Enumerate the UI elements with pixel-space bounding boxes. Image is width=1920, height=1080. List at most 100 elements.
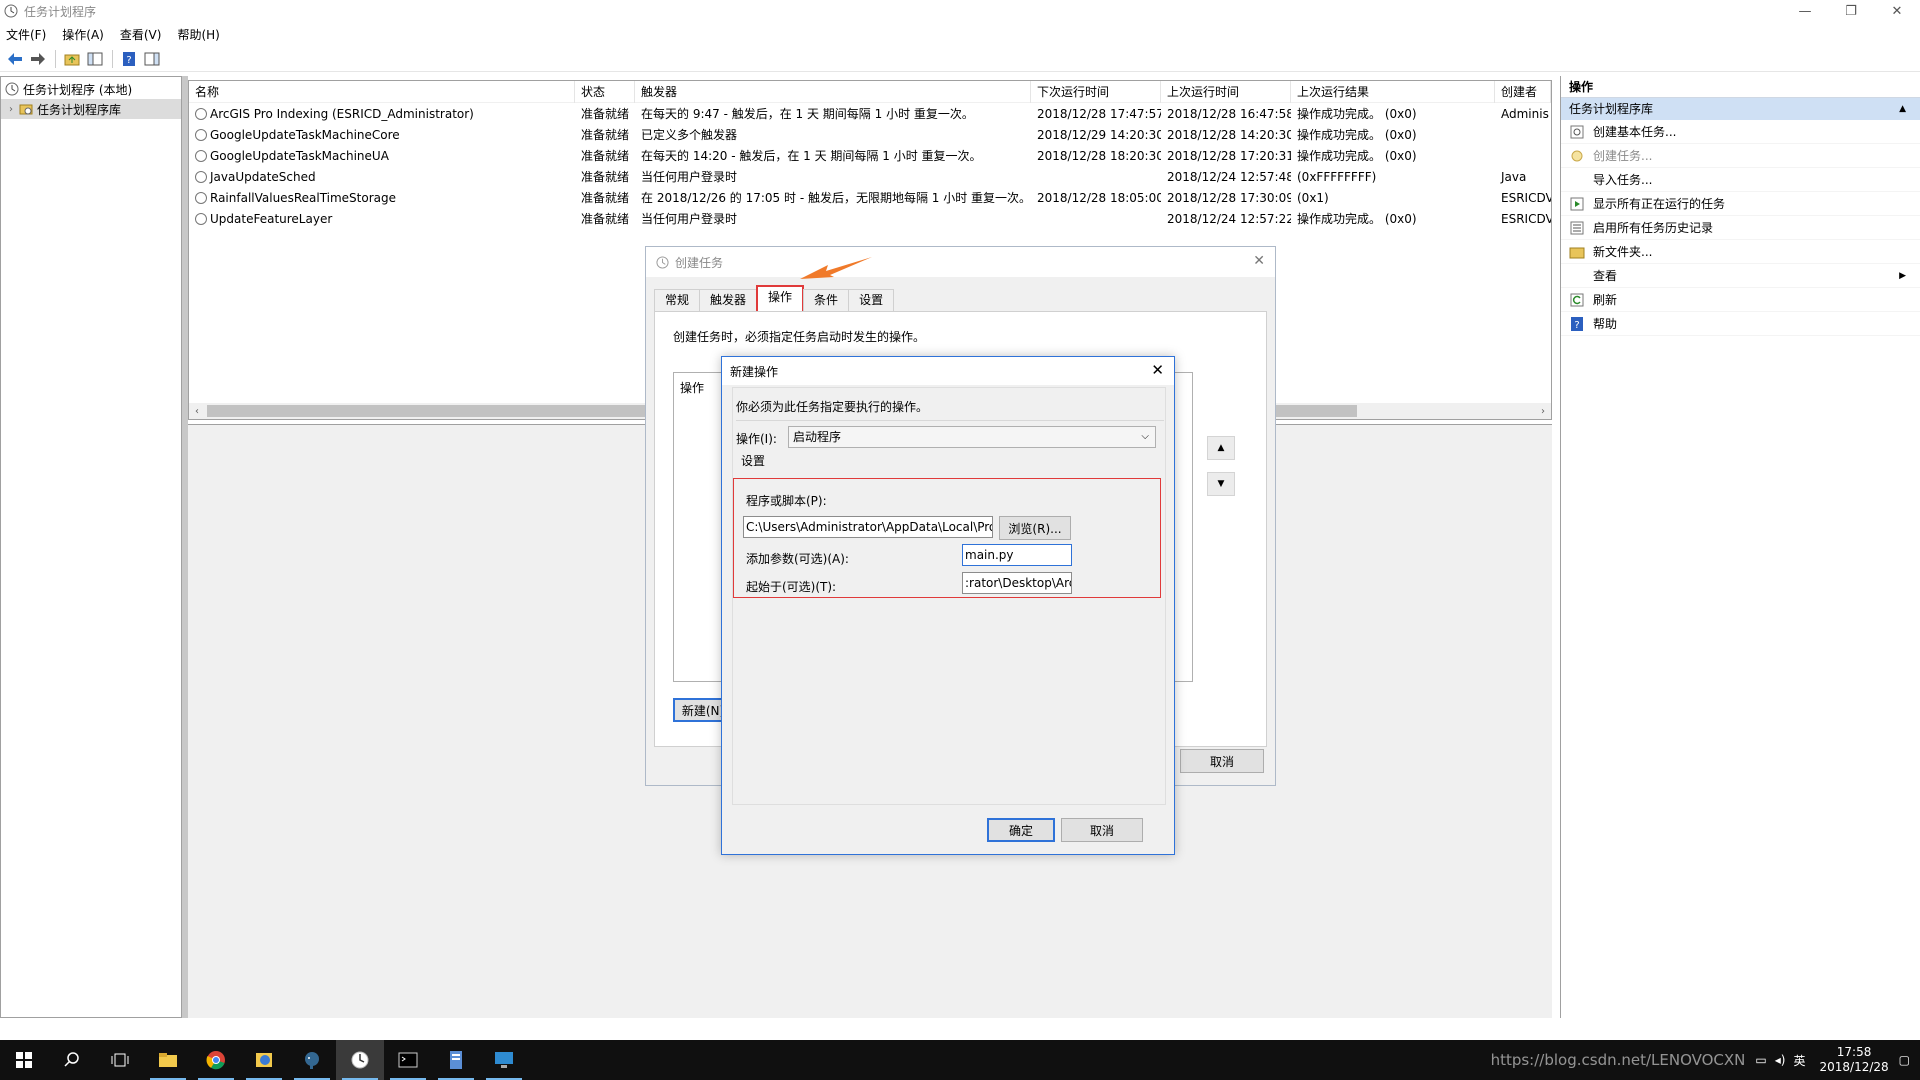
table-row[interactable]: RainfallValuesRealTimeStorage 准备就绪在 2018/… [189, 187, 1551, 208]
create-task-cancel-button[interactable]: 取消 [1180, 749, 1264, 773]
action-item[interactable]: 导入任务... [1561, 168, 1920, 192]
create-task-close-icon[interactable]: ✕ [1253, 253, 1265, 269]
col-status[interactable]: 状态 [575, 80, 635, 103]
taskbar-task-scheduler[interactable] [336, 1040, 384, 1080]
menu-bar: 文件(F) 操作(A) 查看(V) 帮助(H) [0, 23, 1920, 45]
console-tree-icon [87, 52, 103, 65]
table-row[interactable]: GoogleUpdateTaskMachineUA 准备就绪 在每天的 14:20 … [189, 145, 1551, 166]
chevron-down-icon: ⌵ [1141, 431, 1149, 442]
new-action-cancel-button[interactable]: 取消 [1061, 818, 1143, 842]
col-triggers[interactable]: 触发器 [635, 80, 1031, 103]
menu-action[interactable]: 操作(A) [62, 26, 104, 43]
show-hide-console-button[interactable] [84, 48, 106, 70]
tab-general[interactable]: 常规 [654, 289, 701, 311]
start-in-input[interactable]: :rator\Desktop\ArcGIS [962, 572, 1072, 594]
col-name[interactable]: 名称 [189, 80, 575, 103]
action-item[interactable]: 新文件夹... [1561, 240, 1920, 264]
action-item[interactable]: 创建基本任务... [1561, 120, 1920, 144]
taskbar-command-prompt[interactable] [384, 1040, 432, 1080]
tab-actions[interactable]: 操作 [756, 285, 805, 311]
action-type-select[interactable]: 启动程序 ⌵ [788, 426, 1156, 448]
tree-item-root[interactable]: 任务计划程序 (本地) [1, 79, 181, 99]
table-row[interactable]: UpdateFeatureLayer 准备就绪 当任何用户登录时 2018/12/24… [189, 208, 1551, 229]
elephant-icon [305, 1052, 319, 1069]
restore-button[interactable]: ❐ [1828, 0, 1874, 22]
action-item[interactable]: 启用所有任务历史记录 [1561, 216, 1920, 240]
table-row[interactable]: JavaUpdateSched 准备就绪 当任何用户登录时 2018/12/24 12… [189, 166, 1551, 187]
task-view-button[interactable] [96, 1040, 144, 1080]
taskbar-arcgis[interactable] [240, 1040, 288, 1080]
task-status: 准备就绪 [575, 168, 635, 185]
clock[interactable]: 17:58 2018/12/28 [1819, 1045, 1888, 1075]
tree-item-library[interactable]: › 任务计划程序库 [1, 99, 181, 119]
ime-indicator[interactable]: 英 [1793, 1052, 1805, 1069]
taskbar-file-explorer[interactable] [144, 1040, 192, 1080]
col-last-result[interactable]: 上次运行结果 [1291, 80, 1495, 103]
task-last-result-text: (0x1) [1297, 190, 1329, 205]
task-trigger: 当任何用户登录时 [635, 210, 1031, 227]
task-name: GoogleUpdateTaskMachineCore [189, 128, 575, 142]
menu-file[interactable]: 文件(F) [6, 26, 46, 43]
task-trigger: 已定义多个触发器 [635, 126, 1031, 143]
col-author[interactable]: 创建者 [1495, 80, 1551, 103]
tab-settings[interactable]: 设置 [848, 289, 895, 311]
new-action-close-icon[interactable]: ✕ [1151, 361, 1164, 379]
close-window-button[interactable]: ✕ [1874, 0, 1920, 22]
action-item[interactable]: 创建任务... [1561, 144, 1920, 168]
task-last-result: (0x1) [1291, 191, 1495, 205]
task-status: 准备就绪 [575, 147, 635, 164]
action-item[interactable]: 查看 ▶ [1561, 264, 1920, 288]
task-status: 准备就绪 [575, 126, 635, 143]
browse-button[interactable]: 浏览(R)... [999, 516, 1071, 540]
show-action-pane-button[interactable] [141, 48, 163, 70]
forward-arrow-icon [31, 52, 45, 65]
action-items: 创建基本任务... 创建任务... 导入任务... 显示所有正在运行的任务 启用所有任务… [1561, 120, 1920, 336]
task-clock-icon [195, 149, 207, 162]
program-input[interactable]: C:\Users\Administrator\AppData\Local\Pro… [743, 516, 993, 538]
move-down-button[interactable]: ▼ [1207, 472, 1235, 496]
search-button[interactable] [48, 1040, 96, 1080]
collapse-up-icon[interactable]: ▲ [1899, 98, 1906, 120]
expand-chevron-icon[interactable]: › [9, 104, 13, 115]
start-button[interactable] [0, 1040, 48, 1080]
create-task-title: 创建任务 [675, 255, 724, 270]
taskbar-server-manager[interactable] [432, 1040, 480, 1080]
col-last-run[interactable]: 上次运行时间 [1161, 80, 1291, 103]
volume-icon[interactable]: ◂) [1775, 1053, 1786, 1067]
action-item[interactable]: ? 帮助 [1561, 312, 1920, 336]
scroll-left-arrow-icon[interactable]: ‹ [189, 403, 205, 419]
col-next-run[interactable]: 下次运行时间 [1031, 80, 1161, 103]
new-action-ok-button[interactable]: 确定 [987, 818, 1055, 842]
table-row[interactable]: ArcGIS Pro Indexing (ESRICD_Administrato… [189, 103, 1551, 124]
action-item[interactable]: 显示所有正在运行的任务 [1561, 192, 1920, 216]
actions-group-library[interactable]: 任务计划程序库 ▲ [1561, 98, 1920, 120]
forward-button[interactable] [27, 48, 49, 70]
notification-icon[interactable]: ▢ [1899, 1053, 1910, 1067]
help-toolbar-button[interactable]: ? [118, 48, 140, 70]
help-icon: ? [123, 51, 135, 66]
taskbar-chrome[interactable] [192, 1040, 240, 1080]
running-tasks-icon [1569, 196, 1585, 212]
scroll-right-arrow-icon[interactable]: › [1535, 403, 1551, 419]
menu-help[interactable]: 帮助(H) [177, 26, 219, 43]
table-row[interactable]: GoogleUpdateTaskMachineCore 准备就绪 已定义多个触发器 2… [189, 124, 1551, 145]
tab-conditions[interactable]: 条件 [803, 289, 850, 311]
menu-view[interactable]: 查看(V) [120, 26, 162, 43]
minimize-button[interactable]: — [1782, 0, 1828, 22]
tab-triggers[interactable]: 触发器 [699, 289, 758, 311]
actions-group-label: 任务计划程序库 [1569, 102, 1654, 116]
taskbar-remote-desktop[interactable] [480, 1040, 528, 1080]
network-icon[interactable]: ▭ [1755, 1053, 1766, 1067]
back-button[interactable] [4, 48, 26, 70]
arguments-input[interactable]: main.py [962, 544, 1072, 566]
submenu-arrow-icon: ▶ [1899, 270, 1906, 281]
taskbar-postgres[interactable] [288, 1040, 336, 1080]
program-label: 程序或脚本(P): [746, 494, 827, 508]
start-in-label: 起始于(可选)(T): [746, 580, 837, 594]
task-last-result-text: (0xFFFFFFFF) [1297, 169, 1377, 184]
task-clock-icon [195, 107, 207, 120]
move-up-button[interactable]: ▲ [1207, 436, 1235, 460]
task-last-run-text: 2018/12/28 17:30:09 [1167, 190, 1291, 205]
up-folder-button[interactable] [61, 48, 83, 70]
action-item[interactable]: 刷新 [1561, 288, 1920, 312]
